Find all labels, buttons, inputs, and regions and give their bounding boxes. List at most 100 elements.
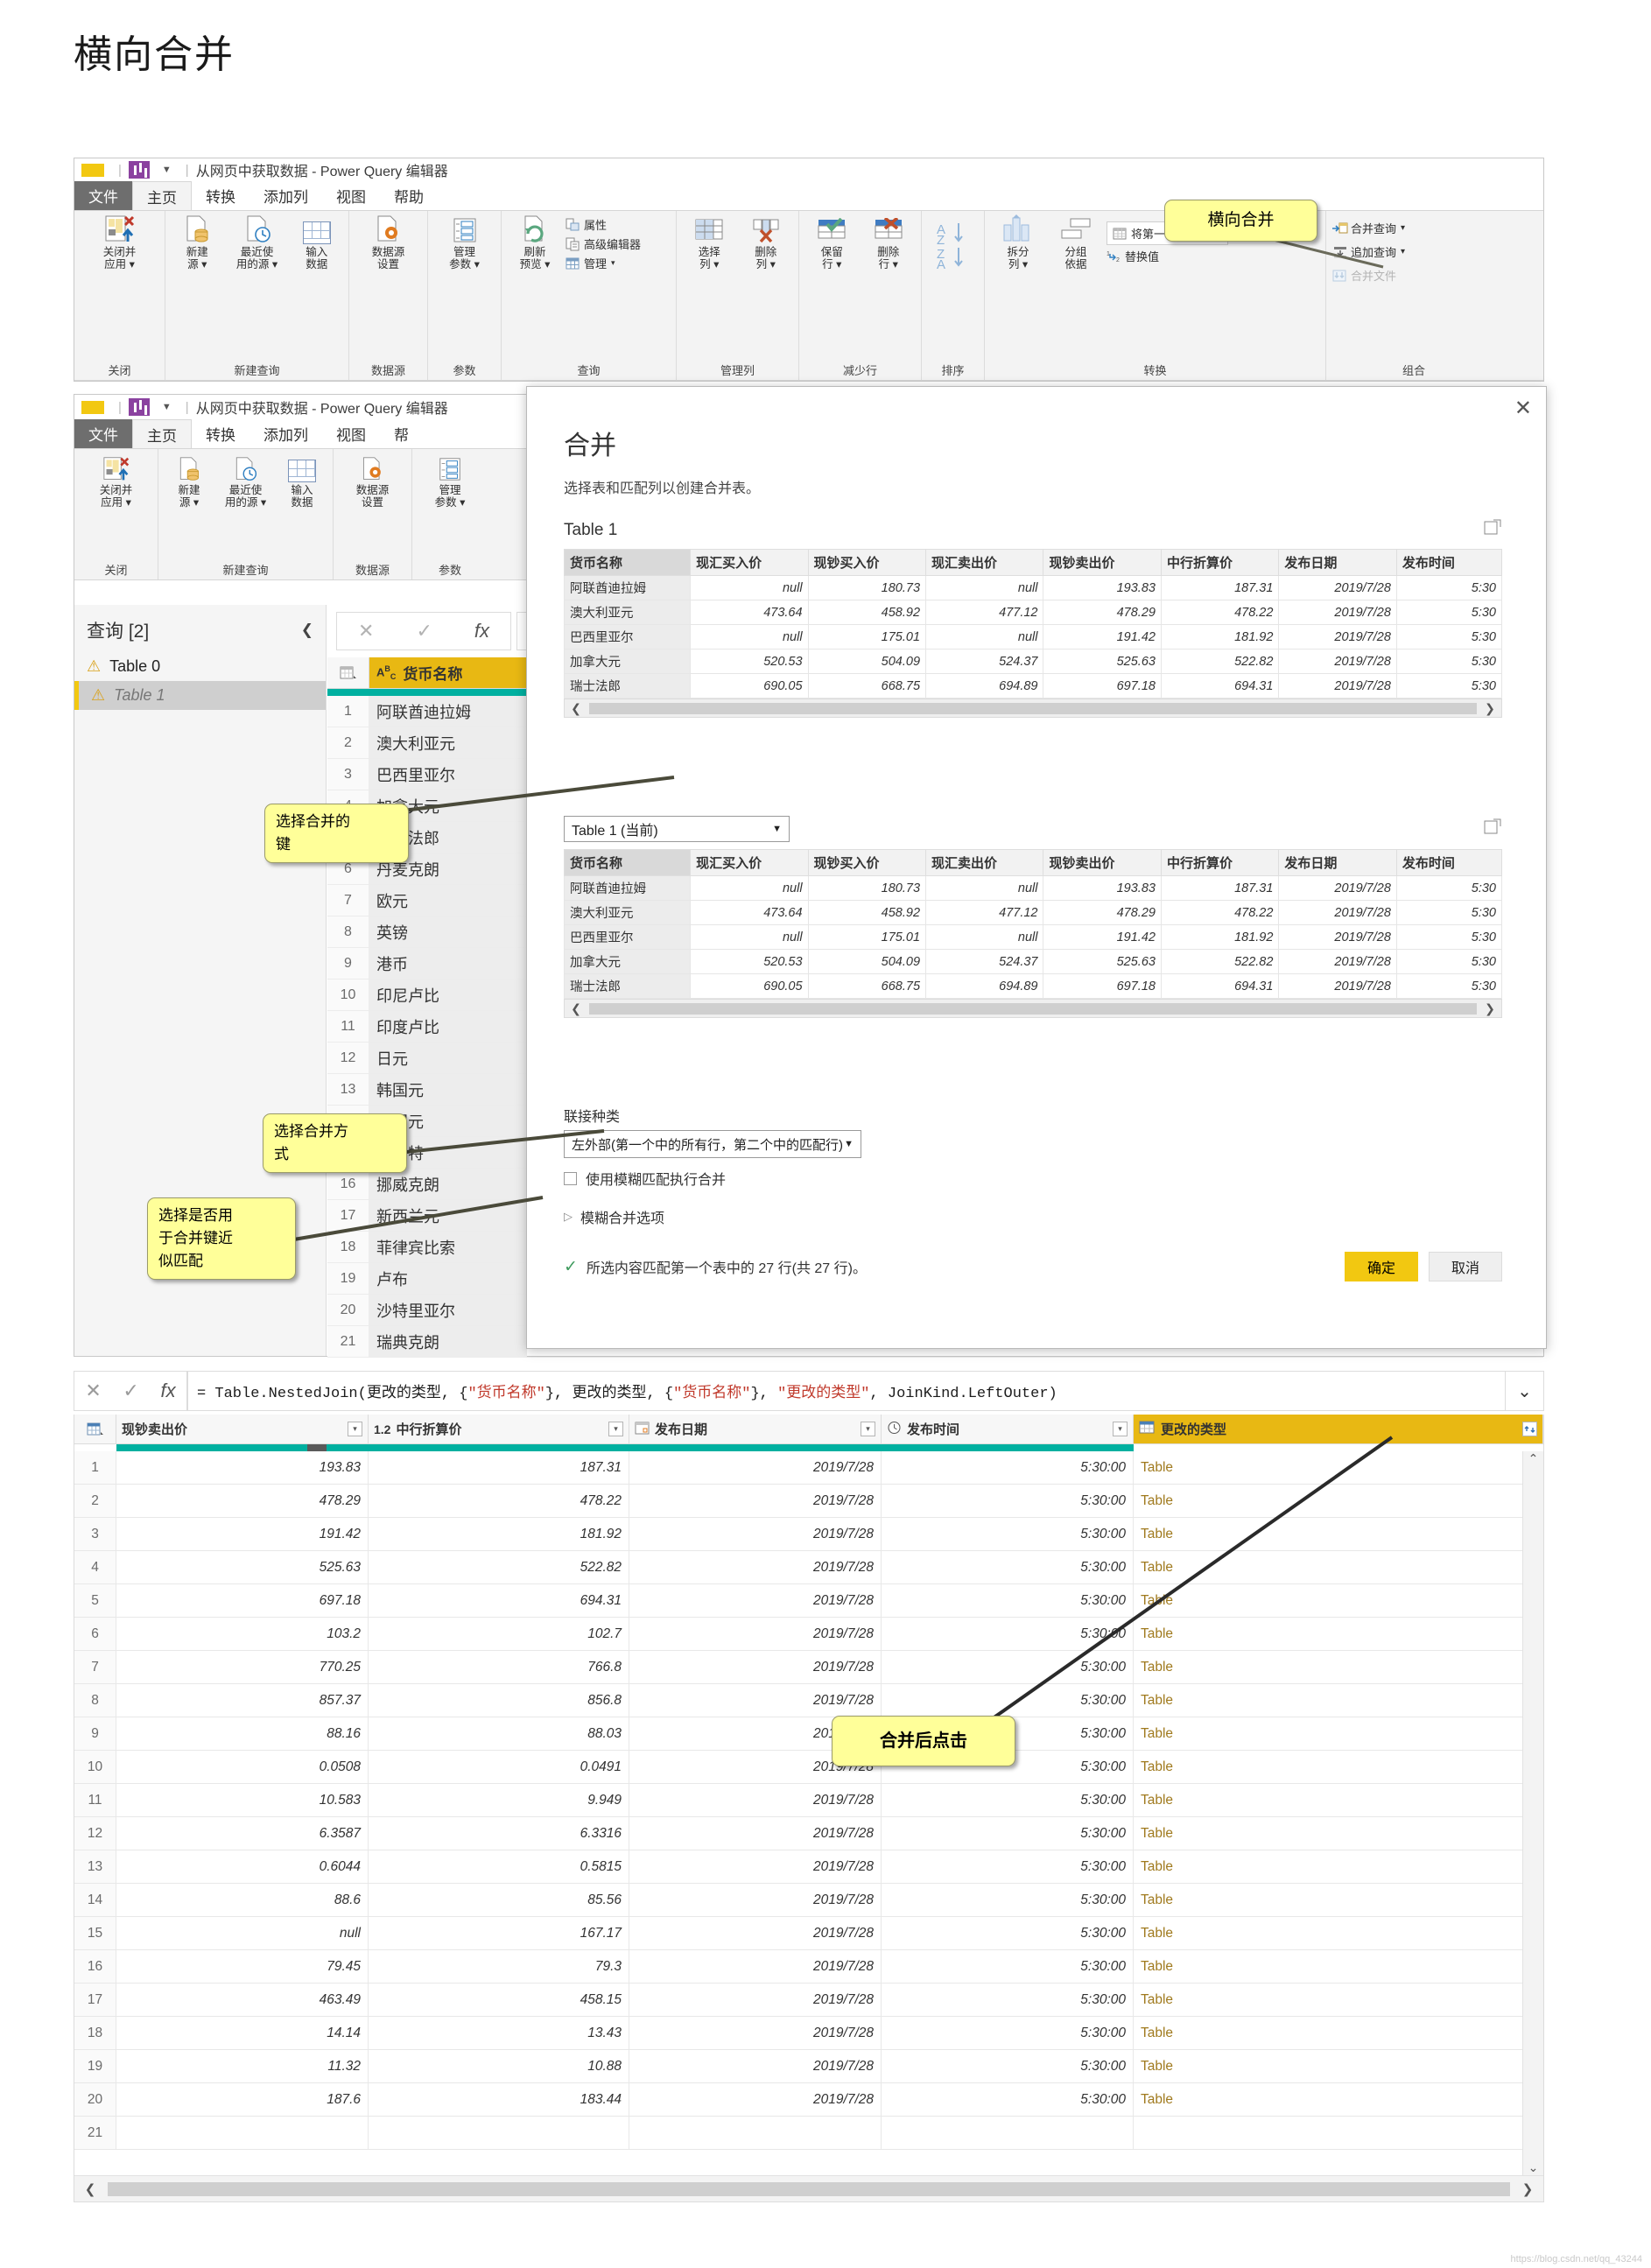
- save-icon[interactable]: [128, 161, 150, 179]
- tab-file[interactable]: 文件: [74, 181, 132, 210]
- remove-columns-button[interactable]: 删除列 ▾: [740, 214, 793, 270]
- editor-manage-parameters-button[interactable]: 管理 参数 ▾: [423, 453, 477, 509]
- merge-col-header[interactable]: 现钞卖出价: [1043, 849, 1162, 876]
- table-row[interactable]: 瑞士法郎 690.05 668.75 694.89 697.18 694.31 2019/7…: [563, 673, 1503, 699]
- select-all-columns-button[interactable]: [327, 657, 369, 688]
- chevron-down-icon[interactable]: ▾: [611, 258, 615, 268]
- table-row[interactable]: 11 10.583 9.949 2019/7/28 5:30:00 Table: [74, 1784, 1543, 1817]
- table-row[interactable]: 16 79.45 79.3 2019/7/28 5:30:00 Table: [74, 1950, 1543, 1984]
- chevron-left-icon[interactable]: ❮: [74, 2181, 106, 2197]
- query-item-table-0[interactable]: ⚠ Table 0: [74, 652, 326, 681]
- merge-col-header[interactable]: 货币名称: [563, 549, 692, 576]
- sort-buttons[interactable]: A Z Z A: [931, 220, 975, 270]
- chevron-right-icon[interactable]: ❯: [1512, 2181, 1543, 2197]
- editor-tab-view[interactable]: 视图: [322, 419, 380, 448]
- table-row[interactable]: 15 null 167.17 2019/7/28 5:30:00 Table: [74, 1917, 1543, 1950]
- table-row[interactable]: 18 14.14 13.43 2019/7/28 5:30:00 Table: [74, 2017, 1543, 2050]
- cancel-button[interactable]: 取消: [1429, 1252, 1502, 1281]
- fx-icon[interactable]: fx: [474, 620, 489, 642]
- editor-tab-help[interactable]: 帮: [380, 419, 423, 448]
- result-column-header-0[interactable]: 现钞卖出价 ▾: [116, 1415, 369, 1443]
- merge-bottom-hscroll[interactable]: ❮ ❯: [564, 999, 1502, 1018]
- scroll-thumb[interactable]: [108, 2181, 1510, 2196]
- chevron-left-icon[interactable]: ❮: [565, 701, 587, 716]
- editor-recent-sources-button[interactable]: 最近使 用的源 ▾: [217, 453, 274, 509]
- close-icon[interactable]: ✕: [358, 620, 374, 642]
- merge-col-header[interactable]: 发布时间: [1395, 849, 1503, 876]
- table-row[interactable]: 阿联酋迪拉姆 null 180.73 null 193.83 187.31 2019/7/2…: [563, 575, 1503, 600]
- result-column-header-2[interactable]: 发布日期 ▾: [629, 1415, 882, 1443]
- expand-columns-icon[interactable]: [1522, 1422, 1537, 1436]
- editor-tab-file[interactable]: 文件: [74, 419, 132, 448]
- table-row[interactable]: 20 187.6 183.44 2019/7/28 5:30:00 Table: [74, 2083, 1543, 2117]
- filter-icon[interactable]: ▾: [348, 1422, 362, 1436]
- table-row[interactable]: 21: [74, 2117, 1543, 2150]
- table-row[interactable]: 17 463.49 458.15 2019/7/28 5:30:00 Table: [74, 1984, 1543, 2017]
- preview-column-header-currency[interactable]: ABC 货币名称: [369, 657, 527, 688]
- data-source-settings-button[interactable]: 数据源 设置: [362, 214, 416, 270]
- split-column-button[interactable]: 拆分列 ▾: [991, 214, 1045, 270]
- table-row[interactable]: 瑞士法郎 690.05 668.75 694.89 697.18 694.31 2019/7…: [563, 973, 1503, 999]
- table-row[interactable]: 澳大利亚元 473.64 458.92 477.12 478.29 478.22 2019/…: [563, 600, 1503, 625]
- remove-rows-button[interactable]: 删除行 ▾: [862, 214, 916, 270]
- horizontal-scrollbar[interactable]: ❮ ❯: [74, 2175, 1543, 2201]
- keep-rows-button[interactable]: 保留行 ▾: [805, 214, 859, 270]
- editor-data-source-settings-button[interactable]: 数据源 设置: [346, 453, 400, 509]
- new-source-button[interactable]: 新建源 ▾: [172, 214, 223, 270]
- tab-view[interactable]: 视图: [322, 181, 380, 210]
- tab-transform[interactable]: 转换: [192, 181, 249, 210]
- merge-top-table[interactable]: 货币名称 现汇买入价 现钞买入价 现汇卖出价 现钞卖出价 中行折算价 发布日期 发布时间 阿联…: [563, 549, 1503, 699]
- save-icon[interactable]: [128, 398, 150, 416]
- manage-button[interactable]: 管理 ▾: [566, 255, 641, 271]
- table-row[interactable]: 巴西里亚尔 null 175.01 null 191.42 181.92 2019/7/28…: [563, 624, 1503, 650]
- chevron-left-icon[interactable]: ❮: [565, 1001, 587, 1016]
- merge-col-header[interactable]: 发布时间: [1395, 549, 1503, 576]
- fx-icon[interactable]: fx: [161, 1380, 176, 1402]
- tab-home[interactable]: 主页: [132, 181, 192, 210]
- table-row[interactable]: 10 0.0508 0.0491 2019/7/28 5:30:00 Table: [74, 1751, 1543, 1784]
- chevron-left-icon[interactable]: ❮: [301, 621, 313, 639]
- chevron-down-icon[interactable]: ▼: [162, 402, 172, 412]
- editor-tab-transform[interactable]: 转换: [192, 419, 249, 448]
- merge-col-header[interactable]: 现钞买入价: [807, 849, 927, 876]
- merge-col-header[interactable]: 现汇卖出价: [925, 849, 1044, 876]
- expand-icon[interactable]: [1483, 818, 1502, 841]
- manage-parameters-button[interactable]: 管理 参数 ▾: [438, 214, 492, 270]
- close-icon[interactable]: ✕: [1514, 396, 1532, 421]
- table-row[interactable]: 19 11.32 10.88 2019/7/28 5:30:00 Table: [74, 2050, 1543, 2083]
- chevron-down-icon[interactable]: ▼: [162, 165, 172, 175]
- close-and-apply-button[interactable]: 关闭并 应用 ▾: [93, 214, 147, 270]
- check-icon[interactable]: ✓: [123, 1380, 138, 1402]
- chevron-down-icon[interactable]: ▼: [772, 824, 782, 834]
- editor-tab-add-column[interactable]: 添加列: [249, 419, 322, 448]
- scroll-thumb[interactable]: [589, 702, 1477, 714]
- tab-help[interactable]: 帮助: [380, 181, 438, 210]
- merge-col-header[interactable]: 现汇卖出价: [925, 549, 1044, 576]
- merge-col-header[interactable]: 发布日期: [1278, 849, 1397, 876]
- properties-button[interactable]: 属性: [566, 216, 641, 233]
- enter-data-button[interactable]: 输入 数据: [291, 214, 342, 270]
- table-row[interactable]: 14 88.6 85.56 2019/7/28 5:30:00 Table: [74, 1884, 1543, 1917]
- editor-close-and-apply-button[interactable]: 关闭并 应用 ▾: [89, 453, 144, 509]
- chevron-down-icon[interactable]: ▼: [844, 1139, 854, 1149]
- recent-sources-button[interactable]: 最近使 用的源 ▾: [227, 214, 288, 270]
- merge-col-header[interactable]: 发布日期: [1278, 549, 1397, 576]
- filter-icon[interactable]: ▾: [608, 1422, 623, 1436]
- merge-col-header[interactable]: 现汇买入价: [690, 549, 809, 576]
- close-icon[interactable]: ✕: [85, 1380, 101, 1402]
- expand-icon[interactable]: [1483, 518, 1502, 542]
- query-item-table-1[interactable]: ⚠ Table 1: [74, 681, 326, 710]
- merge-col-header[interactable]: 中行折算价: [1160, 849, 1280, 876]
- advanced-editor-button[interactable]: 高级编辑器: [566, 235, 641, 252]
- tab-add-column[interactable]: 添加列: [249, 181, 322, 210]
- chevron-right-icon[interactable]: ❯: [1479, 701, 1501, 716]
- editor-enter-data-button[interactable]: 输入 数据: [278, 453, 327, 509]
- ok-button[interactable]: 确定: [1345, 1252, 1418, 1281]
- formula-input[interactable]: = Table.NestedJoin(更改的类型, {"货币名称"}, 更改的类…: [187, 1371, 1506, 1411]
- choose-columns-button[interactable]: 选择列 ▾: [683, 214, 736, 270]
- merge-top-hscroll[interactable]: ❮ ❯: [564, 699, 1502, 718]
- filter-icon[interactable]: ▾: [861, 1422, 875, 1436]
- editor-new-source-button[interactable]: 新建源 ▾: [165, 453, 214, 509]
- table-row[interactable]: 加拿大元 520.53 504.09 524.37 525.63 522.82 2019/7…: [563, 649, 1503, 674]
- table-row[interactable]: 12 6.3587 6.3316 2019/7/28 5:30:00 Table: [74, 1817, 1543, 1850]
